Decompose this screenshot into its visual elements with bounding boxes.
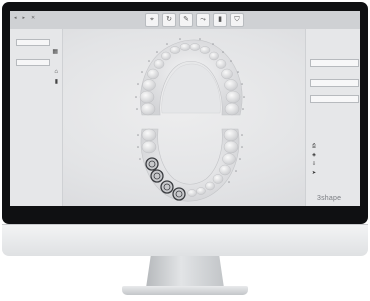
monitor-stand-neck	[146, 256, 224, 288]
left-panel-header	[10, 29, 62, 37]
images-icon: ◈	[312, 151, 316, 158]
monitor-chin	[2, 224, 368, 256]
lasso-tool-icon[interactable]: ⤳	[196, 13, 210, 27]
implant-marker[interactable]	[172, 187, 186, 201]
implant-marker[interactable]	[160, 180, 174, 194]
case-type-field[interactable]	[310, 79, 359, 87]
left-panel-row	[10, 57, 62, 67]
brand-logo: 3shape	[317, 195, 342, 202]
instructions-icon: ⎙	[311, 142, 316, 149]
left-panel-row: ▮	[10, 77, 62, 87]
left-panel-row: ⌂	[10, 67, 62, 77]
implant-marker[interactable]	[150, 169, 164, 183]
tooth-tool-icon[interactable]: ⛉	[230, 13, 244, 27]
left-order-panel: ▦ ⌂ ▮	[10, 29, 63, 206]
implant-marker[interactable]	[145, 157, 159, 171]
export-case-button[interactable]: ⇩	[309, 160, 358, 167]
measure-tool-icon[interactable]: ✎	[179, 13, 193, 27]
download-icon: ⇩	[311, 160, 317, 167]
calendar-icon[interactable]: ▦	[52, 49, 58, 55]
select-tool-icon[interactable]: ⌖	[145, 13, 159, 27]
left-panel-row: ▦	[10, 47, 62, 57]
send-case-button[interactable]: ➤	[309, 169, 358, 176]
implant-tool-icon[interactable]: ▮	[213, 13, 227, 27]
case-name-field[interactable]	[310, 59, 359, 67]
tooth-icon[interactable]: ▮	[55, 79, 58, 85]
left-panel-row	[10, 37, 62, 47]
right-case-panel: ⎙ ◈ ⇩ ➤	[305, 29, 360, 206]
scan-date-field[interactable]	[16, 59, 50, 66]
attach-images-button[interactable]: ◈	[309, 151, 358, 158]
send-icon: ➤	[311, 169, 317, 176]
rotate-tool-icon[interactable]: ↻	[162, 13, 176, 27]
back-icon[interactable]: ◂	[14, 15, 17, 21]
order-search-field[interactable]	[16, 39, 50, 46]
monitor-stand-base	[122, 286, 248, 295]
scan-icon[interactable]: ⌂	[54, 69, 58, 75]
app-screen: ◂ ▸ ✕ ⌖ ↻ ✎ ⤳ ▮ ⛉ ▦ ⌂ ▮ ⎙ ◈ ⇩ ➤ 3shape	[10, 11, 360, 206]
forward-icon[interactable]: ▸	[23, 15, 26, 21]
window-controls: ◂ ▸ ✕	[14, 15, 35, 21]
add-instructions-button[interactable]: ⎙	[309, 142, 358, 149]
view-toolbar: ⌖ ↻ ✎ ⤳ ▮ ⛉	[145, 13, 244, 27]
app-top-bar: ◂ ▸ ✕ ⌖ ↻ ✎ ⤳ ▮ ⛉	[10, 11, 360, 29]
shade-field[interactable]	[310, 95, 359, 103]
close-icon[interactable]: ✕	[31, 15, 35, 21]
